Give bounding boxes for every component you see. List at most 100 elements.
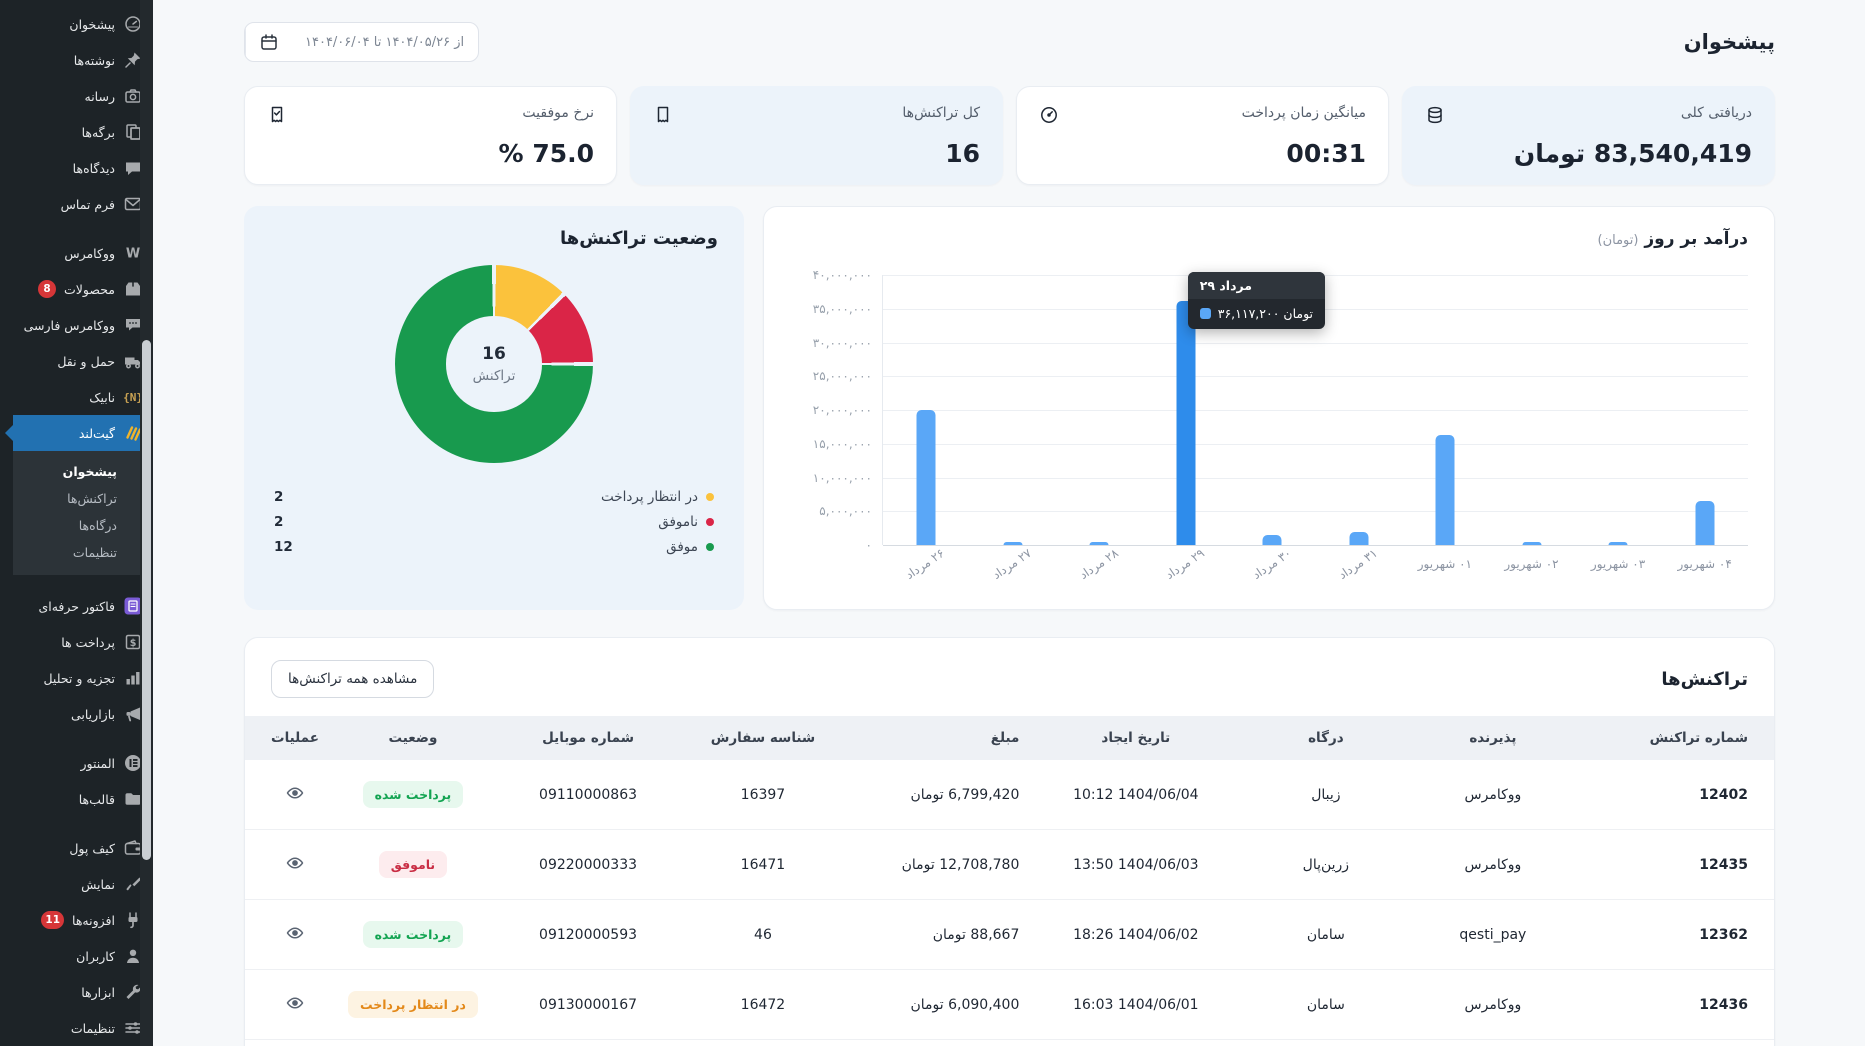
coins-icon [1425, 105, 1445, 129]
view-transaction-button[interactable] [285, 783, 305, 803]
sidebar-item-1[interactable]: نوشته‌ها [13, 42, 153, 78]
cell-c-order: 12215 [679, 1039, 847, 1046]
eye-icon [285, 926, 305, 946]
cell-c-mobile: 09130000694 [496, 1039, 680, 1046]
cell-c-gateway: به پرداخت ملت [1242, 1039, 1410, 1046]
cell-c-id: 12435 [1576, 829, 1774, 900]
cell-c-mobile: 09130000167 [496, 969, 680, 1040]
wp-admin-sidebar: پیشخوان نوشته‌ها رسانه برگه‌ها دیدگاه‌ها… [0, 0, 153, 1046]
gauge-icon [1039, 105, 1059, 129]
sidebar-scrollbar[interactable] [140, 0, 153, 1046]
sidebar-item-9[interactable]: حمل و نقل [13, 343, 153, 379]
bar-2[interactable] [1089, 542, 1109, 545]
sidebar-item-23[interactable]: تنظیمات [13, 1010, 153, 1046]
sidebar-item-22[interactable]: ابزارها [13, 974, 153, 1010]
status-card-title: وضعیت تراکنش‌ها [559, 228, 718, 249]
chart-plot-area: ۲۹ مرداد ۳۶,۱۱۷,۲۰۰ تومان [882, 272, 1748, 546]
cell-c-amount: 16,590,308 تومان [846, 1039, 1030, 1046]
submenu-item-0[interactable]: پیشخوان [13, 458, 153, 485]
svg-text:W: W [126, 247, 140, 262]
sidebar-item-label: قالب‌ها [78, 791, 115, 807]
stat-card-2: کل تراکنش‌ها 16 [630, 86, 1003, 185]
sidebar-item-14[interactable]: تجزیه و تحلیل [13, 660, 153, 696]
cell-c-order: 16472 [679, 969, 847, 1040]
cell-c-gateway: سامان [1242, 969, 1410, 1040]
transaction-status-card: وضعیت تراکنش‌ها 16 تراکنش در انتظار پردا… [244, 206, 744, 610]
bar-7[interactable] [1522, 542, 1542, 545]
svg-text:$: $ [130, 638, 137, 649]
x-tick-label: ۰۲ شهریور [1504, 557, 1559, 571]
status-badge: پرداخت شده [362, 781, 464, 808]
bar-9[interactable] [1695, 501, 1715, 545]
donut-center-label: تراکنش [472, 368, 516, 384]
bar-5[interactable] [1349, 532, 1369, 545]
sidebar-item-0[interactable]: پیشخوان [13, 6, 153, 42]
submenu-item-1[interactable]: تراکنش‌ها [13, 485, 153, 512]
scrollbar-thumb[interactable] [142, 340, 151, 860]
sidebar-item-13[interactable]: $ پرداخت ها [13, 624, 153, 660]
sidebar-item-18[interactable]: کیف پول [13, 830, 153, 866]
x-tick-label: ۳۰ مرداد [1249, 545, 1294, 583]
page-title: پیشخوان [1683, 30, 1775, 54]
table-row: 12436 ووکامرس سامان 1404/06/01 16:03 6,090,4… [245, 969, 1774, 1040]
column-header-c-id: شماره تراکنش [1649, 730, 1748, 746]
bar-8[interactable] [1608, 542, 1628, 545]
sidebar-item-19[interactable]: نمایش [13, 866, 153, 902]
view-transaction-button[interactable] [285, 923, 305, 943]
sidebar-item-20[interactable]: افزونه‌ها 11 [13, 902, 153, 938]
table-row: 12362 qesti_pay سامان 1404/06/02 18:26 88,66… [245, 899, 1774, 970]
bar-0[interactable] [916, 410, 936, 545]
sidebar-item-3[interactable]: برگه‌ها [13, 114, 153, 150]
sidebar-item-4[interactable]: دیدگاه‌ها [13, 150, 153, 186]
submenu-item-2[interactable]: درگاه‌ها [13, 512, 153, 539]
cell-c-id: 12436 [1576, 969, 1774, 1040]
bar-6[interactable] [1435, 434, 1455, 545]
view-transaction-button[interactable] [285, 993, 305, 1013]
stat-card-label: دریافتی کلی [1680, 105, 1752, 121]
sidebar-item-7[interactable]: محصولات 8 [13, 271, 153, 307]
sidebar-item-2[interactable]: رسانه [13, 78, 153, 114]
sidebar-item-10[interactable]: {N} نابیک [13, 379, 153, 415]
view-all-transactions-button[interactable]: مشاهده همه تراکنش‌ها [271, 660, 435, 698]
legend-value: 12 [274, 539, 293, 555]
sidebar-item-5[interactable]: فرم تماس [13, 186, 153, 222]
view-transaction-button[interactable] [285, 853, 305, 873]
stat-card-value: 83,540,419 تومان [1513, 139, 1752, 168]
sidebar-item-label: فرم تماس [60, 196, 115, 212]
sidebar-item-label: پیشخوان [69, 16, 115, 32]
submenu-item-3[interactable]: تنظیمات [13, 539, 153, 566]
calendar-icon[interactable] [245, 23, 291, 61]
legend-item-1: ناموفق 2 [274, 514, 714, 530]
cell-c-mobile: 09110000863 [539, 786, 638, 803]
x-tick-label: ۰۴ شهریور [1677, 557, 1732, 571]
stat-card-value: 00:31 [1286, 139, 1366, 168]
cell-c-id: 12399 [1576, 1039, 1774, 1046]
bar-4[interactable] [1262, 534, 1282, 545]
bar-3[interactable] [1176, 301, 1196, 545]
sidebar-item-label: رسانه [84, 88, 116, 104]
sidebar-item-21[interactable]: کاربران [13, 938, 153, 974]
cell-c-gateway: زرین‌پال [1242, 829, 1410, 900]
tooltip-title: ۲۹ مرداد [1187, 272, 1326, 299]
sidebar-item-6[interactable]: W ووکامرس [13, 235, 153, 271]
date-range-picker[interactable]: از ۱۴۰۴/۰۵/۲۶ تا ۱۴۰۴/۰۶/۰۴ [244, 22, 480, 62]
status-donut-chart[interactable]: 16 تراکنش [395, 265, 593, 463]
table-row: 12402 ووکامرس زیبال 1404/06/04 10:12 6,799,4… [245, 760, 1774, 830]
sidebar-item-label: ابزارها [81, 984, 115, 1000]
sidebar-item-label: ووکامرس [64, 245, 115, 261]
sidebar-badge: 8 [38, 280, 57, 298]
sidebar-item-11[interactable]: گیت‌لند [5, 415, 153, 451]
sidebar-item-label: ووکامرس فارسی [23, 317, 115, 333]
sidebar-item-label: بازاریابی [70, 706, 115, 722]
status-badge: در انتظار پرداخت [347, 991, 478, 1018]
bar-1[interactable] [1003, 542, 1023, 545]
sidebar-item-8[interactable]: ووکامرس فارسی [13, 307, 153, 343]
sidebar-item-15[interactable]: بازاریابی [13, 696, 153, 732]
gitland-submenu: پیشخوان تراکنش‌ها درگاه‌ها تنظیمات [13, 451, 153, 575]
receipt-check-icon [267, 105, 287, 129]
sidebar-item-label: نمایش [81, 876, 115, 892]
column-header-c-ops: عملیات [271, 730, 319, 746]
sidebar-item-12[interactable]: فاکتور حرفه‌ای [13, 588, 153, 624]
sidebar-item-17[interactable]: قالب‌ها [13, 781, 153, 817]
sidebar-item-16[interactable]: المنتور [13, 745, 153, 781]
